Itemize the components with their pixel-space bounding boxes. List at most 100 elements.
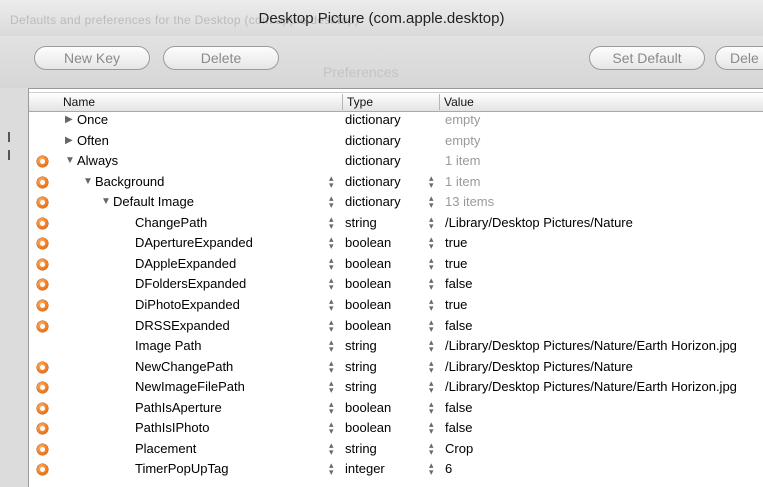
row-value[interactable]: empty	[445, 110, 480, 130]
stepper-icon[interactable]: ▴ ▾	[429, 194, 434, 210]
stepper-icon[interactable]: ▴ ▾	[429, 399, 434, 415]
table-row[interactable]: TimerPopUpTag ▴ ▾ ▴ ▾ integer 6	[29, 459, 763, 480]
delete-button[interactable]: Delete	[163, 46, 279, 70]
row-value[interactable]: false	[445, 398, 472, 418]
column-separator[interactable]	[342, 94, 343, 110]
row-key-name[interactable]: DApertureExpanded	[135, 233, 253, 253]
row-key-name[interactable]: PathIsIPhoto	[135, 418, 209, 438]
column-header-type[interactable]: Type	[347, 95, 373, 109]
row-type[interactable]: boolean	[345, 274, 391, 294]
row-type[interactable]: dictionary	[345, 192, 401, 212]
stepper-icon[interactable]: ▴ ▾	[329, 214, 334, 230]
table-row[interactable]: DFoldersExpanded ▴ ▾ ▴ ▾ boolean false	[29, 274, 763, 295]
delete-default-button[interactable]: Dele	[715, 46, 763, 70]
stepper-icon[interactable]: ▴ ▾	[429, 255, 434, 271]
row-value[interactable]: /Library/Desktop Pictures/Nature	[445, 213, 633, 233]
row-key-name[interactable]: NewImageFilePath	[135, 377, 245, 397]
stepper-icon[interactable]: ▴ ▾	[329, 276, 334, 292]
stepper-icon[interactable]: ▴ ▾	[329, 296, 334, 312]
row-key-name[interactable]: DFoldersExpanded	[135, 274, 246, 294]
disclosure-down-icon[interactable]: ▼	[65, 151, 75, 171]
row-key-name[interactable]: Always	[77, 151, 118, 171]
stepper-icon[interactable]: ▴ ▾	[329, 379, 334, 395]
stepper-icon[interactable]: ▴ ▾	[429, 214, 434, 230]
row-value[interactable]: /Library/Desktop Pictures/Nature/Earth H…	[445, 336, 737, 356]
stepper-icon[interactable]: ▴ ▾	[329, 173, 334, 189]
row-type[interactable]: string	[345, 336, 377, 356]
stepper-icon[interactable]: ▴ ▾	[429, 379, 434, 395]
stepper-icon[interactable]: ▴ ▾	[329, 317, 334, 333]
row-type[interactable]: dictionary	[345, 172, 401, 192]
disclosure-right-icon[interactable]: ▶	[65, 110, 73, 130]
stepper-icon[interactable]: ▴ ▾	[429, 235, 434, 251]
table-row[interactable]: Image Path ▴ ▾ ▴ ▾ string/Library/Desktop Pic…	[29, 336, 763, 357]
table-row[interactable]: ▶ Once dictionary empty	[29, 110, 763, 131]
row-value[interactable]: Crop	[445, 439, 473, 459]
row-value[interactable]: 13 items	[445, 192, 494, 212]
row-type[interactable]: boolean	[345, 254, 391, 274]
row-value[interactable]: true	[445, 295, 467, 315]
row-type[interactable]: dictionary	[345, 110, 401, 130]
row-type[interactable]: dictionary	[345, 151, 401, 171]
row-value[interactable]: 1 item	[445, 151, 480, 171]
stepper-icon[interactable]: ▴ ▾	[429, 296, 434, 312]
row-type[interactable]: dictionary	[345, 131, 401, 151]
table-row[interactable]: DRSSExpanded ▴ ▾ ▴ ▾ boolean false	[29, 316, 763, 337]
table-row[interactable]: ▼ Default Image ▴ ▾ ▴ ▾ dictionary 13 items	[29, 192, 763, 213]
table-row[interactable]: PathIsIPhoto ▴ ▾ ▴ ▾ boolean false	[29, 418, 763, 439]
row-key-name[interactable]: DRSSExpanded	[135, 316, 230, 336]
stepper-icon[interactable]: ▴ ▾	[329, 440, 334, 456]
row-type[interactable]: boolean	[345, 233, 391, 253]
row-key-name[interactable]: ChangePath	[135, 213, 207, 233]
row-value[interactable]: false	[445, 418, 472, 438]
table-row[interactable]: ChangePath ▴ ▾ ▴ ▾ string/Library/Desktop Pic…	[29, 213, 763, 234]
row-type[interactable]: boolean	[345, 418, 391, 438]
disclosure-right-icon[interactable]: ▶	[65, 131, 73, 151]
table-row[interactable]: PathIsAperture ▴ ▾ ▴ ▾ boolean false	[29, 398, 763, 419]
stepper-icon[interactable]: ▴ ▾	[329, 461, 334, 477]
table-row[interactable]: DAppleExpanded ▴ ▾ ▴ ▾ boolean true	[29, 254, 763, 275]
row-type[interactable]: integer	[345, 459, 385, 479]
stepper-icon[interactable]: ▴ ▾	[429, 338, 434, 354]
disclosure-down-icon[interactable]: ▼	[101, 192, 111, 212]
disclosure-down-icon[interactable]: ▼	[83, 172, 93, 192]
row-value[interactable]: 6	[445, 459, 452, 479]
row-key-name[interactable]: Often	[77, 131, 109, 151]
row-value[interactable]: true	[445, 233, 467, 253]
row-type[interactable]: string	[345, 357, 377, 377]
new-key-button[interactable]: New Key	[34, 46, 150, 70]
column-separator[interactable]	[439, 94, 440, 110]
row-key-name[interactable]: Once	[77, 110, 108, 130]
row-value[interactable]: 1 item	[445, 172, 480, 192]
row-key-name[interactable]: DiPhotoExpanded	[135, 295, 240, 315]
stepper-icon[interactable]: ▴ ▾	[329, 235, 334, 251]
table-row[interactable]: NewChangePath ▴ ▾ ▴ ▾ string/Library/Desktop …	[29, 357, 763, 378]
stepper-icon[interactable]: ▴ ▾	[429, 317, 434, 333]
table-row[interactable]: NewImageFilePath ▴ ▾ ▴ ▾ string/Library/Deskt…	[29, 377, 763, 398]
row-key-name[interactable]: NewChangePath	[135, 357, 233, 377]
row-value[interactable]: false	[445, 274, 472, 294]
row-key-name[interactable]: Background	[95, 172, 164, 192]
stepper-icon[interactable]: ▴ ▾	[329, 358, 334, 374]
row-type[interactable]: string	[345, 213, 377, 233]
column-header-name[interactable]: Name	[63, 95, 95, 109]
table-row[interactable]: ▼ Always dictionary 1 item	[29, 151, 763, 172]
stepper-icon[interactable]: ▴ ▾	[329, 255, 334, 271]
table-row[interactable]: ▶ Often dictionary empty	[29, 131, 763, 152]
row-key-name[interactable]: TimerPopUpTag	[135, 459, 228, 479]
row-key-name[interactable]: PathIsAperture	[135, 398, 222, 418]
row-value[interactable]: false	[445, 316, 472, 336]
row-key-name[interactable]: DAppleExpanded	[135, 254, 236, 274]
stepper-icon[interactable]: ▴ ▾	[329, 338, 334, 354]
row-type[interactable]: boolean	[345, 316, 391, 336]
stepper-icon[interactable]: ▴ ▾	[429, 276, 434, 292]
set-default-button[interactable]: Set Default	[589, 46, 705, 70]
stepper-icon[interactable]: ▴ ▾	[329, 399, 334, 415]
stepper-icon[interactable]: ▴ ▾	[429, 420, 434, 436]
row-type[interactable]: boolean	[345, 295, 391, 315]
row-type[interactable]: boolean	[345, 398, 391, 418]
stepper-icon[interactable]: ▴ ▾	[429, 461, 434, 477]
row-key-name[interactable]: Placement	[135, 439, 196, 459]
row-type[interactable]: string	[345, 377, 377, 397]
table-row[interactable]: Placement ▴ ▾ ▴ ▾ string Crop	[29, 439, 763, 460]
